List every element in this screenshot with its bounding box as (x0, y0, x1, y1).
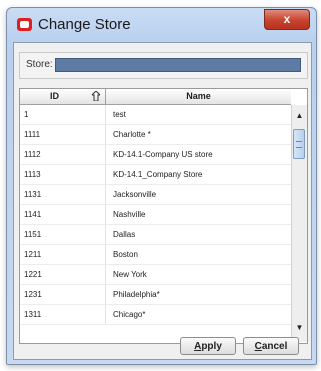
row-name-cell: Chicago* (113, 310, 146, 319)
column-divider (105, 165, 106, 184)
table-row[interactable]: 1111 Charlotte * (20, 125, 291, 145)
store-label: Store: (26, 59, 53, 70)
row-name-cell: New York (113, 270, 147, 279)
column-divider (105, 245, 106, 264)
column-header-name[interactable]: Name (106, 89, 291, 104)
table-row[interactable]: 1311 Chicago* (20, 305, 291, 325)
dialog-body: Store: ID Name 1 test 1111 Charlotte * 1112 K… (13, 42, 312, 360)
table-row[interactable]: 1113 KD-14.1_Company Store (20, 165, 291, 185)
row-id-cell: 1221 (24, 270, 42, 279)
row-name-cell: Dallas (113, 230, 136, 239)
row-id-cell: 1151 (24, 230, 42, 239)
row-id-cell: 1231 (24, 290, 42, 299)
column-divider (105, 285, 106, 304)
table-row[interactable]: 1131 Jacksonville (20, 185, 291, 205)
table-row[interactable]: 1112 KD-14.1-Company US store (20, 145, 291, 165)
row-name-cell: test (113, 110, 126, 119)
change-store-dialog: Change Store x Store: ID Name 1 test 1111 C… (6, 7, 317, 365)
table-row[interactable]: 1221 New York (20, 265, 291, 285)
table-row[interactable]: 1141 Nashville (20, 205, 291, 225)
row-name-cell: KD-14.1_Company Store (113, 170, 203, 179)
sort-icon[interactable] (92, 91, 100, 101)
column-header-id-label: ID (50, 91, 59, 101)
cancel-label: ancel (261, 341, 288, 352)
close-button[interactable]: x (264, 9, 310, 30)
row-name-cell: KD-14.1-Company US store (113, 150, 213, 159)
column-divider (105, 265, 106, 284)
row-id-cell: 1141 (24, 210, 42, 219)
scroll-up-icon[interactable]: ▲ (292, 109, 307, 123)
row-id-cell: 1211 (24, 250, 42, 259)
table-row[interactable]: 1 test (20, 105, 291, 125)
apply-label: pply (201, 341, 222, 352)
cancel-accelerator: C (254, 341, 262, 352)
column-divider (105, 305, 106, 324)
row-name-cell: Charlotte * (113, 130, 151, 139)
scroll-down-icon[interactable]: ▼ (292, 321, 307, 335)
row-id-cell: 1311 (24, 310, 42, 319)
row-name-cell: Jacksonville (113, 190, 157, 199)
row-id-cell: 1113 (24, 170, 41, 179)
column-divider (105, 105, 106, 124)
row-id-cell: 1112 (24, 150, 41, 159)
table-row[interactable]: 1211 Boston (20, 245, 291, 265)
store-filter-panel: Store: (19, 52, 308, 79)
dialog-title: Change Store (38, 16, 131, 33)
table-row[interactable]: 1231 Philadelphia* (20, 285, 291, 305)
column-divider (105, 225, 106, 244)
row-name-cell: Boston (113, 250, 138, 259)
vertical-scrollbar[interactable]: ▲ ▼ (291, 105, 307, 342)
column-header-id[interactable]: ID (20, 89, 106, 104)
table-header: ID Name (20, 89, 291, 105)
app-icon (17, 18, 32, 31)
row-id-cell: 1 (24, 110, 29, 119)
row-id-cell: 1131 (24, 190, 42, 199)
store-table: ID Name 1 test 1111 Charlotte * 1112 KD-14.1-… (19, 88, 308, 344)
table-row[interactable]: 1151 Dallas (20, 225, 291, 245)
table-body: 1 test 1111 Charlotte * 1112 KD-14.1-Company … (20, 105, 291, 325)
store-input[interactable] (55, 58, 301, 72)
row-name-cell: Nashville (113, 210, 146, 219)
title-bar[interactable]: Change Store x (7, 8, 316, 40)
row-name-cell: Philadelphia* (113, 290, 160, 299)
apply-button[interactable]: Apply (180, 337, 236, 355)
column-divider (105, 185, 106, 204)
cancel-button[interactable]: Cancel (243, 337, 299, 355)
row-id-cell: 1111 (24, 130, 41, 139)
column-divider (105, 205, 106, 224)
scroll-thumb[interactable] (293, 129, 305, 159)
column-divider (105, 125, 106, 144)
column-divider (105, 145, 106, 164)
